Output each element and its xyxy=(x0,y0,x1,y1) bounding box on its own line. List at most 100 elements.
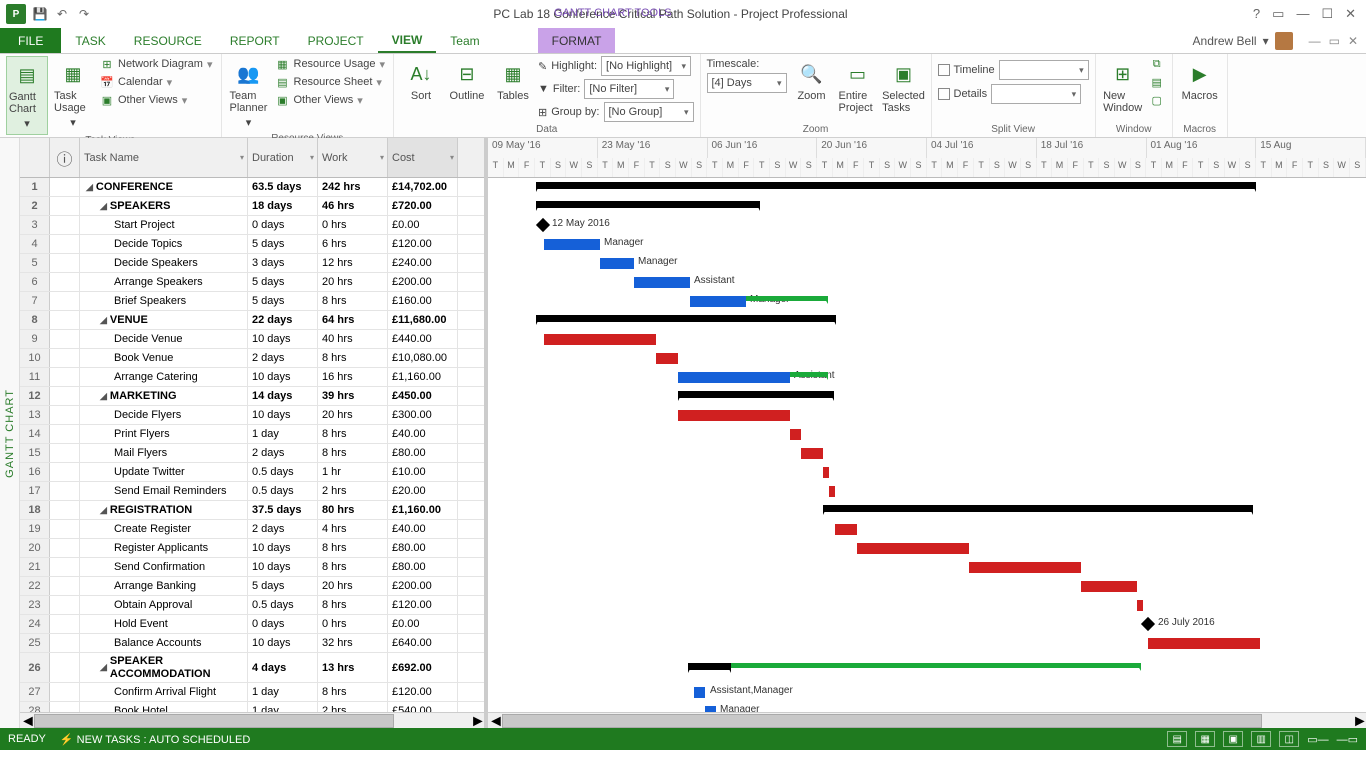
task-name-cell[interactable]: Send Confirmation xyxy=(80,558,248,576)
task-name-cell[interactable]: Print Flyers xyxy=(80,425,248,443)
work-cell[interactable]: 6 hrs xyxy=(318,235,388,253)
cost-cell[interactable]: £40.00 xyxy=(388,425,458,443)
cost-cell[interactable]: £14,702.00 xyxy=(388,178,458,196)
cost-cell[interactable]: £540.00 xyxy=(388,702,458,712)
cost-cell[interactable]: £300.00 xyxy=(388,406,458,424)
indicator-cell[interactable] xyxy=(50,311,80,329)
table-row[interactable]: 24Hold Event0 days0 hrs£0.00 xyxy=(20,615,484,634)
table-row[interactable]: 21Send Confirmation10 days8 hrs£80.00 xyxy=(20,558,484,577)
cost-cell[interactable]: £1,160.00 xyxy=(388,501,458,519)
help-icon[interactable]: ? xyxy=(1253,6,1260,22)
gantt-bar[interactable] xyxy=(688,663,731,670)
cost-cell[interactable]: £640.00 xyxy=(388,634,458,652)
table-row[interactable]: 22Arrange Banking5 days20 hrs£200.00 xyxy=(20,577,484,596)
gantt-bar[interactable] xyxy=(678,410,790,421)
zoom-out-icon[interactable]: ▭— xyxy=(1307,733,1328,746)
arrange-all-button[interactable]: ▤ xyxy=(1148,74,1166,90)
duration-cell[interactable]: 0.5 days xyxy=(248,482,318,500)
resource-usage-button[interactable]: ▦Resource Usage▾ xyxy=(274,56,387,72)
duration-cell[interactable]: 63.5 days xyxy=(248,178,318,196)
table-row[interactable]: 4Decide Topics5 days6 hrs£120.00 xyxy=(20,235,484,254)
gantt-chart-area[interactable]: 09 May '1623 May '1606 Jun '1620 Jun '16… xyxy=(488,138,1366,728)
cost-cell[interactable]: £20.00 xyxy=(388,482,458,500)
cost-cell[interactable]: £11,680.00 xyxy=(388,311,458,329)
cost-cell[interactable]: £40.00 xyxy=(388,520,458,538)
row-header[interactable]: 13 xyxy=(20,406,50,424)
save-icon[interactable]: 💾 xyxy=(32,6,48,22)
tables-button[interactable]: ▦Tables xyxy=(492,56,534,106)
task-name-cell[interactable]: Decide Venue xyxy=(80,330,248,348)
row-header[interactable]: 10 xyxy=(20,349,50,367)
duration-cell[interactable]: 1 day xyxy=(248,425,318,443)
table-row[interactable]: 14Print Flyers1 day8 hrs£40.00 xyxy=(20,425,484,444)
work-cell[interactable]: 8 hrs xyxy=(318,596,388,614)
task-name-cell[interactable]: Book Hotel xyxy=(80,702,248,712)
indicator-cell[interactable] xyxy=(50,634,80,652)
view-report-icon[interactable]: ◫ xyxy=(1279,731,1299,747)
duration-cell[interactable]: 5 days xyxy=(248,292,318,310)
duration-cell[interactable]: 10 days xyxy=(248,558,318,576)
indicator-cell[interactable] xyxy=(50,683,80,701)
indicator-cell[interactable] xyxy=(50,444,80,462)
select-all-cell[interactable] xyxy=(20,138,50,177)
row-header[interactable]: 11 xyxy=(20,368,50,386)
work-cell[interactable]: 0 hrs xyxy=(318,216,388,234)
indicator-cell[interactable] xyxy=(50,197,80,215)
work-cell[interactable]: 20 hrs xyxy=(318,406,388,424)
duration-cell[interactable]: 37.5 days xyxy=(248,501,318,519)
table-row[interactable]: 19Create Register2 days4 hrs£40.00 xyxy=(20,520,484,539)
hide-button[interactable]: ▢ xyxy=(1148,92,1166,108)
duration-cell[interactable]: 1 day xyxy=(248,702,318,712)
work-cell[interactable]: 32 hrs xyxy=(318,634,388,652)
work-cell[interactable]: 80 hrs xyxy=(318,501,388,519)
work-cell[interactable]: 8 hrs xyxy=(318,444,388,462)
work-cell[interactable]: 8 hrs xyxy=(318,558,388,576)
gantt-bar[interactable] xyxy=(634,277,690,288)
chevron-down-icon[interactable]: ▾ xyxy=(310,153,314,162)
gantt-bar[interactable] xyxy=(857,543,969,554)
work-cell[interactable]: 40 hrs xyxy=(318,330,388,348)
milestone-diamond[interactable] xyxy=(536,218,550,232)
task-name-cell[interactable]: Balance Accounts xyxy=(80,634,248,652)
entire-project-button[interactable]: ▭Entire Project xyxy=(837,56,879,118)
cost-cell[interactable]: £120.00 xyxy=(388,596,458,614)
table-row[interactable]: 2◢SPEAKERS18 days46 hrs£720.00 xyxy=(20,197,484,216)
work-cell[interactable]: 2 hrs xyxy=(318,482,388,500)
duration-cell[interactable]: 2 days xyxy=(248,444,318,462)
indicator-cell[interactable] xyxy=(50,330,80,348)
mdi-minimize-icon[interactable]: — xyxy=(1309,34,1321,48)
work-cell[interactable]: 46 hrs xyxy=(318,197,388,215)
table-row[interactable]: 10Book Venue2 days8 hrs£10,080.00 xyxy=(20,349,484,368)
task-name-cell[interactable]: Brief Speakers xyxy=(80,292,248,310)
group-combo[interactable]: [No Group]▾ xyxy=(604,102,694,122)
duration-cell[interactable]: 3 days xyxy=(248,254,318,272)
cost-cell[interactable]: £450.00 xyxy=(388,387,458,405)
duration-cell[interactable]: 0 days xyxy=(248,216,318,234)
gantt-bar[interactable] xyxy=(600,258,634,269)
network-diagram-button[interactable]: ⊞Network Diagram▾ xyxy=(98,56,215,72)
work-cell[interactable]: 20 hrs xyxy=(318,273,388,291)
cost-cell[interactable]: £80.00 xyxy=(388,539,458,557)
close-icon[interactable]: ✕ xyxy=(1345,6,1356,22)
gantt-bar[interactable] xyxy=(1148,638,1260,649)
duration-cell[interactable]: 10 days xyxy=(248,368,318,386)
work-cell[interactable]: 64 hrs xyxy=(318,311,388,329)
gantt-bar[interactable] xyxy=(544,239,600,250)
work-cell[interactable]: 20 hrs xyxy=(318,577,388,595)
team-planner-button[interactable]: 👥Team Planner▾ xyxy=(228,56,270,133)
row-header[interactable]: 25 xyxy=(20,634,50,652)
indicator-cell[interactable] xyxy=(50,520,80,538)
cost-cell[interactable]: £200.00 xyxy=(388,273,458,291)
tab-project[interactable]: PROJECT xyxy=(294,28,378,53)
table-row[interactable]: 1◢CONFERENCE63.5 days242 hrs£14,702.00 xyxy=(20,178,484,197)
task-name-cell[interactable]: Hold Event xyxy=(80,615,248,633)
outline-button[interactable]: ⊟Outline xyxy=(446,56,488,106)
duration-cell[interactable]: 5 days xyxy=(248,235,318,253)
row-header[interactable]: 19 xyxy=(20,520,50,538)
indicator-cell[interactable] xyxy=(50,539,80,557)
duration-cell[interactable]: 14 days xyxy=(248,387,318,405)
chevron-down-icon[interactable]: ▾ xyxy=(450,153,454,162)
gantt-bar[interactable] xyxy=(823,467,829,478)
work-cell[interactable]: 8 hrs xyxy=(318,292,388,310)
gantt-bar[interactable] xyxy=(969,562,1081,573)
